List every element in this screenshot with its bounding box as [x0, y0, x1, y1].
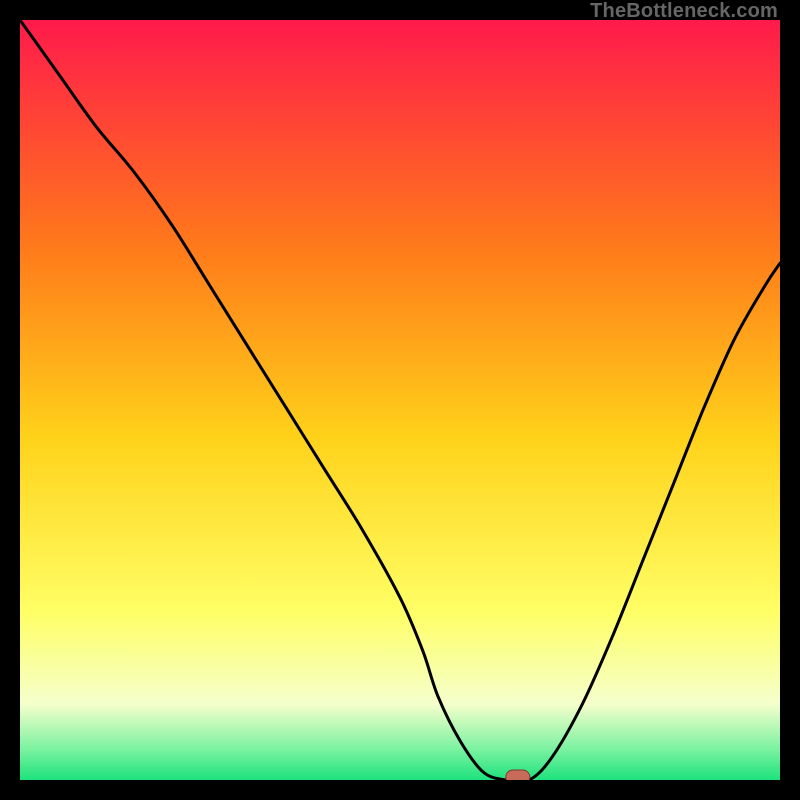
optimum-marker: [506, 770, 530, 780]
bottleneck-curve: [20, 20, 780, 780]
chart-frame: TheBottleneck.com: [0, 0, 800, 800]
plot-area: [20, 20, 780, 780]
chart-svg: [20, 20, 780, 780]
watermark-text: TheBottleneck.com: [590, 0, 778, 23]
